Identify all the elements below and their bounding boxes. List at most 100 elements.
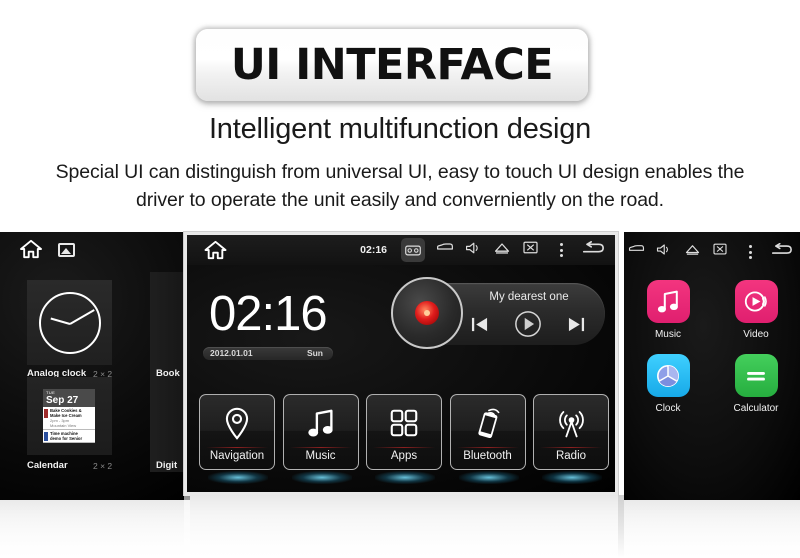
drawer-app-video[interactable]: Video [712,280,800,340]
subtitle: Intelligent multifunction design [208,113,592,145]
right-screen-app-drawer[interactable]: Music Video Clock Calculator [624,232,800,500]
app-drawer-grid: Music Video Clock Calculator [624,280,800,414]
clock-date: 2012.01.01 [210,348,253,358]
next-track-icon[interactable] [567,316,586,333]
widget-analog-clock[interactable] [27,280,112,365]
calendar-header: TUE Sep 27 [43,389,95,407]
description: Special UI can distinguish from universa… [0,158,800,214]
radio-tower-icon [534,403,608,443]
music-note-icon [284,403,358,443]
home-icon[interactable] [204,240,227,260]
location-pin-icon [200,403,274,443]
disc-center-label [415,301,439,325]
app-label: Navigation [209,450,265,462]
tile-divider [456,447,519,448]
event-color-swatch [44,432,48,441]
tile-glow [375,471,435,484]
vinyl-disc-icon[interactable] [391,277,463,349]
app-label: Video [743,329,769,340]
statusbar-icon-tray: 02:16 [360,235,605,265]
calendar-event: Bake Cookies & Make Ice Cream 2pm - 3pm … [43,407,95,430]
app-tile-radio[interactable]: Radio [533,394,609,484]
peek-label-digital-clock: Digit [156,460,178,471]
track-title: My dearest one [489,291,569,303]
analog-clock-icon [38,291,101,354]
center-screen-home[interactable]: 02:16 02:16 2012.01.01 Sun My dearest on… [184,232,618,495]
volume-icon[interactable] [656,243,674,261]
eject-icon[interactable] [494,241,512,259]
widget-label-calendar: Calendar [27,460,68,471]
player-controls [457,309,599,339]
statusbar-clock: 02:16 [360,244,387,256]
app-shortcut-row: Navigation Music Apps Bluetooth Radio [199,394,609,484]
calendar-widget-preview: TUE Sep 27 Bake Cookies & Make Ice Cream… [43,389,95,451]
clock-pie-icon [646,354,690,397]
play-icon[interactable] [514,310,542,338]
tile-divider [289,447,352,448]
app-label: Calculator [733,403,779,414]
tile-glow [208,471,268,484]
peek-label-bookmarks: Book [156,368,180,379]
tile-glow [291,471,352,484]
volume-icon[interactable] [465,241,483,259]
app-label: Apps [390,450,418,462]
event-color-swatch [44,409,48,418]
car-icon[interactable] [628,243,646,261]
title-banner: UI INTERFACE [196,29,588,101]
grid-apps-icon [367,403,441,443]
date-bar[interactable]: 2012.01.01 Sun [203,347,333,360]
event-place: Mountain View [50,423,77,428]
tile-glow [458,471,519,484]
event-title-cont: demo for Senior [50,436,83,441]
header-section: UI INTERFACE Intelligent multifunction d… [0,0,800,232]
clock-time[interactable]: 02:16 [209,289,328,339]
screen-off-icon[interactable] [523,241,541,259]
video-play-icon [734,280,778,323]
tile-divider [206,447,268,448]
radio-icon[interactable] [401,238,425,262]
drawer-app-clock[interactable]: Clock [624,354,712,414]
center-main-area: 02:16 2012.01.01 Sun My dearest one Navi… [187,265,615,492]
drawer-app-music[interactable]: Music [624,280,712,340]
car-icon[interactable] [436,241,454,259]
screen-off-icon[interactable] [713,243,731,261]
left-screen-widgets-picker[interactable]: Analog clock 2 × 2 TUE Sep 27 Bake Cooki… [0,232,190,500]
center-statusbar: 02:16 [187,235,615,265]
more-vertical-icon[interactable] [552,241,570,259]
description-line-2: driver to operate the unit easily and co… [135,189,664,211]
app-label: Music [305,450,336,462]
calculator-equals-icon [734,354,778,397]
app-label: Clock [655,403,681,414]
back-icon[interactable] [770,243,794,261]
app-tile-music[interactable]: Music [282,394,359,484]
calendar-event: Time machine demo for Senior [43,430,95,443]
app-label: Radio [555,450,587,462]
more-vertical-icon[interactable] [742,243,760,261]
app-tile-apps[interactable]: Apps [366,394,442,484]
gallery-icon[interactable] [58,243,75,257]
tile-divider [373,447,435,448]
clock-weekday: Sun [306,348,323,358]
calendar-date: Sep 27 [46,395,79,406]
reflection-surface [0,495,800,558]
tile-divider [540,447,602,448]
music-note-icon [646,280,690,323]
drawer-app-calculator[interactable]: Calculator [712,354,800,414]
widget-size-calendar: 2 × 2 [93,461,113,471]
device-stage: Analog clock 2 × 2 TUE Sep 27 Bake Cooki… [0,232,800,558]
widget-calendar[interactable]: TUE Sep 27 Bake Cookies & Make Ice Cream… [27,377,112,455]
left-statusbar [0,232,190,268]
tile-glow [542,471,602,484]
back-icon[interactable] [581,241,605,259]
app-label: Music [654,329,682,340]
page-title: UI INTERFACE [230,39,554,90]
home-icon[interactable] [20,239,42,259]
app-tile-navigation[interactable]: Navigation [199,394,275,484]
previous-track-icon[interactable] [470,316,489,333]
right-statusbar [628,242,794,262]
eject-icon[interactable] [685,243,703,261]
description-line-1: Special UI can distinguish from universa… [55,161,745,183]
clock-minute-hand [69,308,95,325]
music-player-widget[interactable]: My dearest one [391,277,605,349]
app-tile-bluetooth[interactable]: Bluetooth [449,394,526,484]
